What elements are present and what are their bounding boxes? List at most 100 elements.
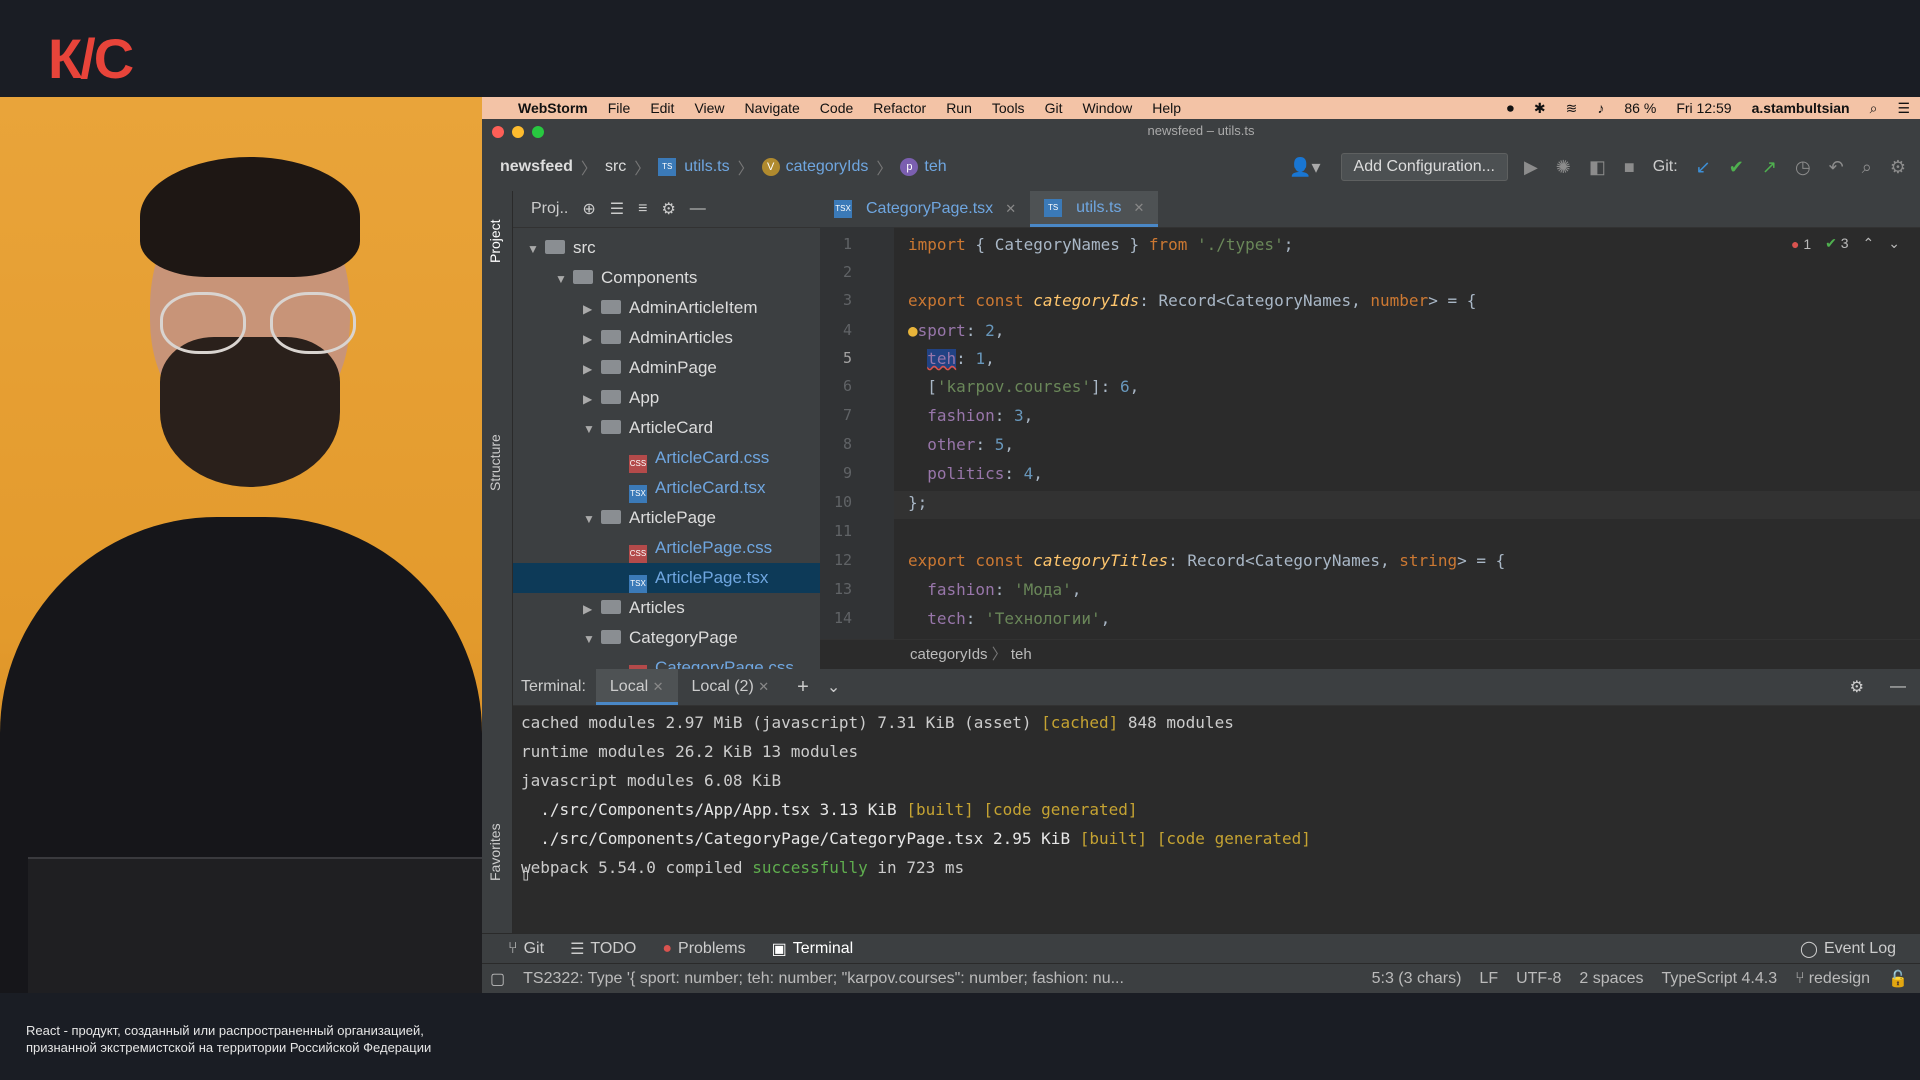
- tree-file[interactable]: TSX ArticlePage.tsx: [611, 563, 768, 593]
- tree-folder[interactable]: ▼ ArticleCard: [583, 413, 713, 443]
- breadcrumb-folder[interactable]: src: [605, 158, 626, 176]
- stop-icon[interactable]: ■: [1624, 157, 1635, 178]
- tool-terminal[interactable]: ▣ Terminal: [772, 939, 854, 959]
- control-center-icon[interactable]: ☰: [1897, 100, 1910, 117]
- menu-refactor[interactable]: Refactor: [873, 100, 926, 116]
- tool-tab-favorites[interactable]: Favorites: [487, 823, 503, 881]
- debug-icon[interactable]: ✺: [1556, 157, 1571, 178]
- menu-tools[interactable]: Tools: [992, 100, 1025, 116]
- tab-categorypage-tsx[interactable]: TSX CategoryPage.tsx ✕: [820, 191, 1030, 227]
- editor-crumb-property[interactable]: teh: [1011, 646, 1032, 663]
- chevron-right-icon[interactable]: ▶: [583, 324, 601, 354]
- close-tab-icon[interactable]: ✕: [758, 679, 769, 694]
- chevron-down-icon[interactable]: ⌄: [827, 677, 840, 697]
- tool-problems[interactable]: ● Problems: [662, 940, 745, 958]
- chevron-down-icon[interactable]: ▼: [527, 234, 545, 264]
- menu-file[interactable]: File: [608, 100, 631, 116]
- tree-file[interactable]: CSS ArticleCard.css: [611, 443, 769, 473]
- app-menu[interactable]: WebStorm: [518, 100, 588, 116]
- lightbulb-icon[interactable]: ●: [908, 321, 918, 340]
- breadcrumb-property[interactable]: teh: [924, 158, 946, 176]
- run-icon[interactable]: ▶: [1524, 157, 1538, 178]
- status-message[interactable]: TS2322: Type '{ sport: number; teh: numb…: [523, 970, 1124, 988]
- search-icon[interactable]: ⌕: [1862, 157, 1872, 178]
- chevron-down-icon[interactable]: ▼: [583, 624, 601, 654]
- chevron-right-icon[interactable]: ▶: [583, 384, 601, 414]
- menu-navigate[interactable]: Navigate: [745, 100, 800, 116]
- breadcrumb-file[interactable]: utils.ts: [684, 158, 729, 176]
- tree-folder[interactable]: ▶ AdminPage: [583, 353, 717, 383]
- chevron-right-icon[interactable]: ▶: [583, 354, 601, 384]
- close-window-button[interactable]: [492, 126, 504, 138]
- tool-tab-structure[interactable]: Structure: [487, 434, 503, 491]
- inspection-widget[interactable]: ● 1 ✔ 3 ⌃ ⌄: [1791, 235, 1900, 252]
- menu-help[interactable]: Help: [1152, 100, 1181, 116]
- tree-folder[interactable]: ▼ Components: [555, 263, 697, 293]
- menu-window[interactable]: Window: [1082, 100, 1132, 116]
- record-icon[interactable]: ⏺: [1507, 100, 1514, 117]
- caret-position[interactable]: 5:3 (3 chars): [1372, 970, 1462, 988]
- tool-tab-project[interactable]: Project: [487, 219, 503, 263]
- tree-folder[interactable]: ▶ AdminArticles: [583, 323, 733, 353]
- close-tab-icon[interactable]: ✕: [1005, 191, 1016, 227]
- wifi-icon[interactable]: ≋: [1566, 100, 1578, 117]
- volume-icon[interactable]: ♪: [1597, 100, 1604, 116]
- tree-folder[interactable]: ▶ AdminArticleItem: [583, 293, 757, 323]
- chevron-down-icon[interactable]: ⌄: [1888, 235, 1900, 252]
- chevron-up-icon[interactable]: ⌃: [1863, 235, 1875, 252]
- terminal-cursor[interactable]: ▯: [521, 865, 531, 884]
- chevron-down-icon[interactable]: ▼: [583, 414, 601, 444]
- tree-folder[interactable]: ▼ CategoryPage: [583, 623, 738, 653]
- menu-git[interactable]: Git: [1045, 100, 1063, 116]
- coverage-icon[interactable]: ◧: [1589, 157, 1606, 178]
- terminal-tab-local-2[interactable]: Local (2) ✕: [678, 669, 784, 705]
- indent-setting[interactable]: 2 spaces: [1579, 970, 1643, 988]
- git-commit-icon[interactable]: ✔: [1729, 157, 1744, 178]
- chevron-right-icon[interactable]: ▶: [583, 294, 601, 324]
- git-push-icon[interactable]: ↗: [1762, 157, 1777, 178]
- close-tab-icon[interactable]: ✕: [1133, 190, 1144, 226]
- tab-utils-ts[interactable]: TS utils.ts ✕: [1030, 190, 1159, 227]
- tree-file[interactable]: CSS ArticlePage.css: [611, 533, 772, 563]
- terminal-tab-local[interactable]: Local ✕: [595, 669, 678, 705]
- chevron-down-icon[interactable]: ▼: [555, 264, 573, 294]
- tree-folder[interactable]: ▼ ArticlePage: [583, 503, 716, 533]
- git-update-icon[interactable]: ↙: [1696, 157, 1711, 178]
- breadcrumb-project[interactable]: newsfeed: [500, 158, 573, 176]
- chevron-down-icon[interactable]: ▼: [583, 504, 601, 534]
- language-service[interactable]: TypeScript 4.4.3: [1661, 970, 1777, 988]
- user-name[interactable]: a.stambultsian: [1752, 100, 1850, 116]
- breadcrumb-variable[interactable]: categoryIds: [786, 158, 869, 176]
- git-branch[interactable]: redesign: [1809, 970, 1870, 988]
- history-icon[interactable]: ◷: [1795, 157, 1811, 178]
- zoom-window-button[interactable]: [532, 126, 544, 138]
- panel-settings-icon[interactable]: ⚙: [661, 199, 675, 219]
- battery-status[interactable]: 86 %: [1624, 100, 1656, 116]
- chevron-right-icon[interactable]: ▶: [583, 594, 601, 624]
- hide-panel-icon[interactable]: —: [1890, 678, 1906, 696]
- settings-gear-icon[interactable]: ⚙: [1890, 157, 1906, 178]
- add-configuration-button[interactable]: Add Configuration...: [1340, 153, 1508, 181]
- tree-folder[interactable]: ▼ src: [527, 233, 596, 263]
- menu-edit[interactable]: Edit: [650, 100, 674, 116]
- user-account-icon[interactable]: 👤▾: [1289, 157, 1320, 178]
- menu-view[interactable]: View: [694, 100, 724, 116]
- event-log-button[interactable]: ◯ Event Log: [1800, 939, 1896, 959]
- new-terminal-icon[interactable]: +: [797, 676, 809, 699]
- menu-code[interactable]: Code: [820, 100, 853, 116]
- project-view-selector[interactable]: Proj..: [531, 200, 568, 218]
- panel-toggle-icon[interactable]: ▢: [490, 969, 505, 989]
- editor-crumb-variable[interactable]: categoryIds: [910, 646, 988, 663]
- lock-icon[interactable]: 🔓: [1888, 969, 1908, 989]
- close-tab-icon[interactable]: ✕: [653, 679, 664, 694]
- locate-file-icon[interactable]: ⊕: [582, 199, 595, 219]
- clock[interactable]: Fri 12:59: [1676, 100, 1731, 116]
- line-separator[interactable]: LF: [1479, 970, 1498, 988]
- spotlight-icon[interactable]: ⌕: [1870, 100, 1878, 117]
- tool-git[interactable]: ⑂ Git: [508, 940, 544, 958]
- rollback-icon[interactable]: ↶: [1829, 157, 1844, 178]
- tree-folder[interactable]: ▶ App: [583, 383, 659, 413]
- collapse-all-icon[interactable]: ≡: [638, 200, 647, 218]
- bluetooth-icon[interactable]: ✱: [1534, 100, 1546, 117]
- tree-file[interactable]: TSX ArticleCard.tsx: [611, 473, 766, 503]
